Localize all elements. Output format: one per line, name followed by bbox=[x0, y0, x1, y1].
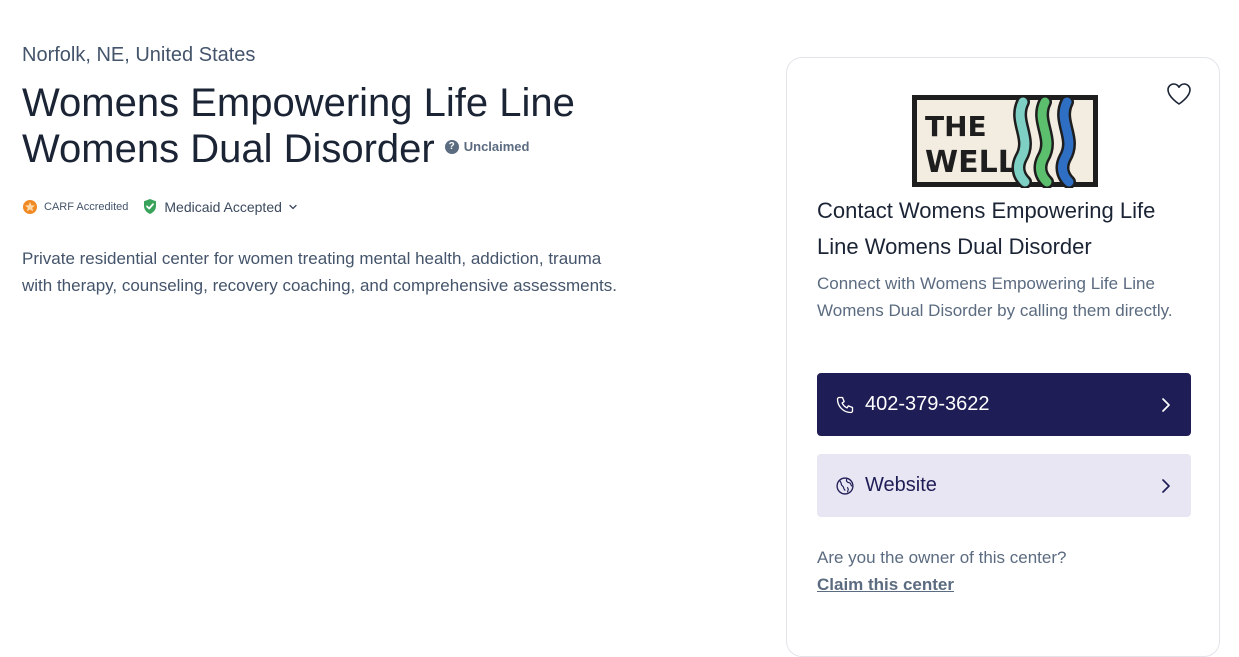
medicaid-badge[interactable]: Medicaid Accepted bbox=[142, 198, 298, 215]
carf-label: CARF Accredited bbox=[44, 200, 129, 213]
logo-text-the: THE bbox=[925, 110, 987, 143]
phone-number: 402-379-3622 bbox=[865, 393, 990, 415]
contact-subtitle: Connect with Womens Empowering Life Line… bbox=[817, 274, 1173, 320]
heart-icon[interactable] bbox=[1165, 80, 1193, 108]
chevron-right-icon bbox=[1162, 478, 1170, 493]
phone-icon bbox=[836, 396, 854, 413]
globe-icon bbox=[836, 476, 854, 495]
shield-check-icon bbox=[144, 199, 157, 214]
facility-location: Norfolk, NE, United States bbox=[22, 44, 256, 66]
claim-center-link[interactable]: Claim this center bbox=[817, 575, 954, 595]
question-icon: ? bbox=[444, 140, 459, 155]
carf-icon bbox=[23, 199, 37, 214]
medicaid-label: Medicaid Accepted bbox=[164, 198, 282, 215]
owner-question: Are you the owner of this center? bbox=[817, 548, 1067, 567]
contact-card: THE WELL Contact Womens Empowering Life … bbox=[786, 57, 1220, 657]
website-button[interactable]: Website bbox=[817, 454, 1191, 517]
carf-badge: CARF Accredited bbox=[22, 199, 128, 215]
accreditation-badges: CARF Accredited Medicaid Accepted bbox=[22, 198, 298, 215]
call-button[interactable]: 402-379-3622 bbox=[817, 373, 1191, 436]
website-label: Website bbox=[865, 474, 937, 496]
facility-title: Womens Empowering Life Line Womens Dual … bbox=[22, 80, 662, 174]
unclaimed-badge[interactable]: ? Unclaimed bbox=[444, 124, 530, 170]
chevron-right-icon bbox=[1162, 397, 1170, 412]
facility-logo: THE WELL bbox=[912, 95, 1098, 188]
facility-description: Private residential center for women tre… bbox=[22, 249, 617, 295]
unclaimed-label: Unclaimed bbox=[463, 139, 530, 155]
contact-title: Contact Womens Empowering Life Line Wome… bbox=[817, 198, 1156, 259]
logo-text-well: WELL bbox=[925, 145, 1017, 180]
chevron-down-icon bbox=[289, 204, 297, 209]
